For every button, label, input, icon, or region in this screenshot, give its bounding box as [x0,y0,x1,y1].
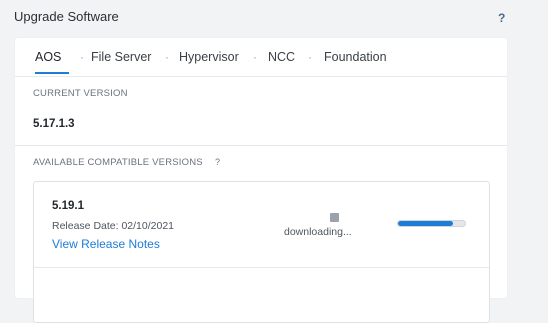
tab-bar: AOS · File Server · Hypervisor · NCC · F… [15,38,507,77]
version-list-item: 5.19.1 Release Date: 02/10/2021 View Rel… [33,181,490,323]
list-divider [34,267,489,268]
release-date: Release Date: 02/10/2021 [52,220,175,232]
tab-aos[interactable]: AOS [35,50,61,64]
current-version-value: 5.17.1.3 [33,118,75,130]
tab-ncc[interactable]: NCC [268,50,295,64]
upgrade-card: AOS · File Server · Hypervisor · NCC · F… [15,38,507,323]
available-versions-help-icon[interactable]: ? [215,157,220,167]
download-progress-fill [398,221,453,226]
active-tab-indicator [35,72,69,74]
tab-file-server[interactable]: File Server [91,50,151,64]
tab-foundation[interactable]: Foundation [324,50,387,64]
tab-separator: · [80,50,84,64]
help-icon[interactable]: ? [498,11,505,25]
available-version-number: 5.19.1 [52,200,84,212]
tab-hypervisor[interactable]: Hypervisor [179,50,239,64]
download-progress-bar [397,220,466,227]
download-status-text: downloading... [284,226,352,238]
tab-separator: · [308,50,312,64]
current-version-label: CURRENT VERSION [33,88,128,99]
section-divider [15,145,507,146]
page-title: Upgrade Software [14,9,119,24]
download-status-icon [330,213,339,222]
view-release-notes-link[interactable]: View Release Notes [52,237,160,251]
tab-separator: · [253,50,257,64]
tab-separator: · [165,50,169,64]
available-versions-label: AVAILABLE COMPATIBLE VERSIONS [33,157,203,168]
